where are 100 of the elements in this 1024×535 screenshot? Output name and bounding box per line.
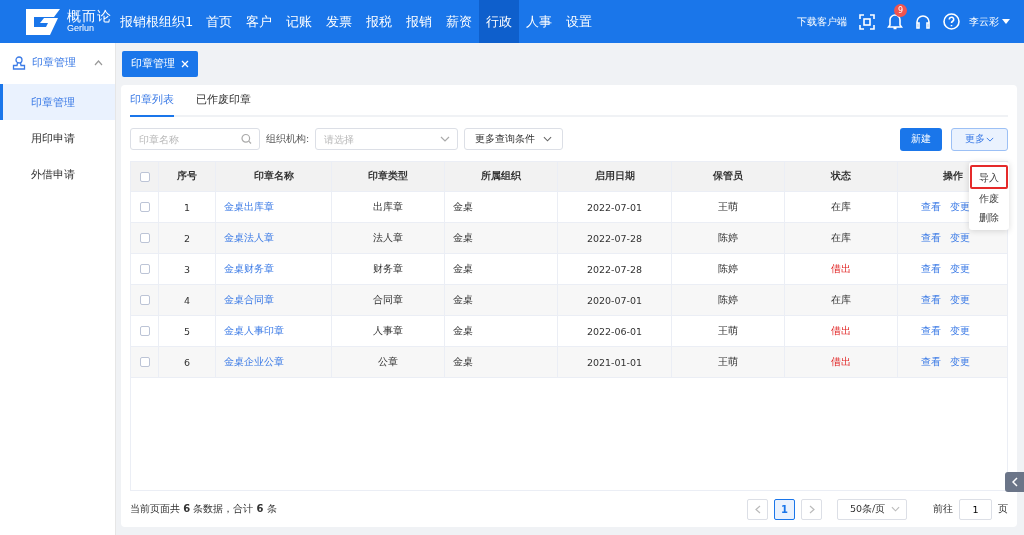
checkbox[interactable] <box>139 264 150 274</box>
logo-icon <box>24 6 62 37</box>
page-tab[interactable]: 印章管理 <box>122 51 198 77</box>
logo-subtitle: Gerlun <box>67 24 94 34</box>
page-tab-label[interactable]: 印章管理 <box>131 57 175 71</box>
column-header: 所属组织 <box>481 170 521 183</box>
search-icon <box>241 133 252 145</box>
caret-icon[interactable] <box>1002 18 1010 25</box>
nav-item[interactable]: 人事 <box>519 0 560 43</box>
goto-page-field[interactable]: 1 <box>959 498 992 520</box>
table-cell: 金桌 <box>445 192 558 222</box>
table-cell: 金桌 <box>445 316 558 346</box>
nav-item[interactable]: 客户 <box>239 0 280 43</box>
action-link[interactable]: 变更 <box>950 262 970 276</box>
table-cell: 金桌 <box>445 254 558 284</box>
table-cell: 2021-01-01 <box>558 347 672 377</box>
status-text: 在库 <box>785 285 898 315</box>
table-cell: 4 <box>159 285 216 315</box>
seal-name-link[interactable]: 金桌合同章 <box>224 293 274 307</box>
goto-label: 前往 <box>933 502 953 516</box>
table-cell: 王萌 <box>672 316 785 346</box>
table-cell: 出库章 <box>332 192 445 222</box>
action-link[interactable]: 变更 <box>950 324 970 338</box>
menu-item[interactable]: 作废 <box>970 188 1008 208</box>
checkbox[interactable] <box>139 326 150 336</box>
tab[interactable]: 印章列表 <box>130 85 174 117</box>
checkbox[interactable] <box>139 295 150 305</box>
download-link[interactable]: 下载客户端 <box>797 14 847 29</box>
previous-page-button[interactable] <box>747 498 768 520</box>
seal-name-link[interactable]: 金桌法人章 <box>224 231 274 245</box>
nav-item[interactable]: 记账 <box>279 0 320 43</box>
nav-item[interactable]: 发票 <box>319 0 360 43</box>
more-button[interactable]: 更多 <box>951 127 1008 151</box>
table-cell: 3 <box>159 254 216 284</box>
table-cell: 金桌 <box>445 223 558 253</box>
table-cell: 陈婷 <box>672 285 785 315</box>
action-link[interactable]: 查看 <box>921 262 941 276</box>
headset-icon[interactable] <box>915 13 931 30</box>
page-size-select[interactable]: 50条/页 <box>837 498 907 520</box>
tab[interactable]: 已作废印章 <box>196 85 251 117</box>
action-link[interactable]: 查看 <box>921 324 941 338</box>
help-icon[interactable] <box>943 13 960 30</box>
sidebar-item[interactable]: 用印申请 <box>0 120 115 156</box>
seal-name-link[interactable]: 金桌人事印章 <box>224 324 284 338</box>
nav-item[interactable]: 行政 <box>479 0 520 43</box>
action-link[interactable]: 变更 <box>950 355 970 369</box>
search-field[interactable]: 印章名称 <box>130 128 260 150</box>
table-cell: 王萌 <box>672 192 785 222</box>
collapse-icon[interactable] <box>94 60 103 66</box>
page-unit-label: 页 <box>998 502 1008 516</box>
organization-select[interactable]: 请选择 <box>315 128 459 150</box>
menu-item[interactable]: 删除 <box>970 207 1008 227</box>
table-cell: 金桌 <box>445 285 558 315</box>
table-cell: 陈婷 <box>672 254 785 284</box>
record-summary: 当前页面共 6 条数据，合计 6 条 <box>130 502 277 516</box>
organization-name[interactable]: 报销根组织1 <box>120 12 194 31</box>
nav-item[interactable]: 薪资 <box>439 0 480 43</box>
seal-name-link[interactable]: 金桌出库章 <box>224 200 274 214</box>
collapse-panel-button[interactable] <box>1005 472 1024 492</box>
action-link[interactable]: 查看 <box>921 355 941 369</box>
table-cell: 5 <box>159 316 216 346</box>
column-header: 印章名称 <box>253 170 294 183</box>
bell-icon[interactable] <box>887 13 903 30</box>
sidebar-item[interactable]: 印章管理 <box>0 84 115 120</box>
nav-item[interactable]: 首页 <box>199 0 240 43</box>
action-link[interactable]: 变更 <box>950 293 970 307</box>
action-link[interactable]: 变更 <box>950 200 970 214</box>
status-text: 借出 <box>785 347 898 377</box>
scan-icon[interactable] <box>859 13 875 30</box>
checkbox[interactable] <box>139 357 150 367</box>
table-cell: 2022-06-01 <box>558 316 672 346</box>
page-number-button[interactable]: 1 <box>774 498 795 520</box>
more-conditions-button[interactable]: 更多查询条件 <box>464 128 564 150</box>
column-header: 状态 <box>831 170 851 183</box>
checkbox[interactable] <box>139 233 150 243</box>
table-cell: 合同章 <box>332 285 445 315</box>
next-page-button[interactable] <box>801 498 822 520</box>
table-cell: 2 <box>159 223 216 253</box>
close-icon[interactable] <box>181 60 189 68</box>
new-button[interactable]: 新建 <box>900 127 942 151</box>
table-cell: 2022-07-28 <box>558 223 672 253</box>
seal-name-link[interactable]: 金桌企业公章 <box>224 355 284 369</box>
checkbox[interactable] <box>139 171 150 182</box>
nav-item[interactable]: 设置 <box>559 0 600 43</box>
user-menu[interactable]: 李云彩 <box>969 14 999 29</box>
chevron-down-icon <box>440 136 451 142</box>
action-link[interactable]: 查看 <box>921 200 941 214</box>
nav-item[interactable]: 报税 <box>359 0 400 43</box>
column-header: 印章类型 <box>368 170 408 183</box>
seal-name-link[interactable]: 金桌财务章 <box>224 262 274 276</box>
sidebar-item[interactable]: 外借申请 <box>0 156 115 192</box>
checkbox[interactable] <box>139 202 150 212</box>
nav-item[interactable]: 报销 <box>399 0 440 43</box>
action-link[interactable]: 变更 <box>950 231 970 245</box>
sidebar-group-label[interactable]: 印章管理 <box>32 56 88 70</box>
action-link[interactable]: 查看 <box>921 293 941 307</box>
table-cell: 1 <box>159 192 216 222</box>
table-cell: 2022-07-01 <box>558 192 672 222</box>
action-link[interactable]: 查看 <box>921 231 941 245</box>
chevron-down-icon <box>986 136 994 142</box>
